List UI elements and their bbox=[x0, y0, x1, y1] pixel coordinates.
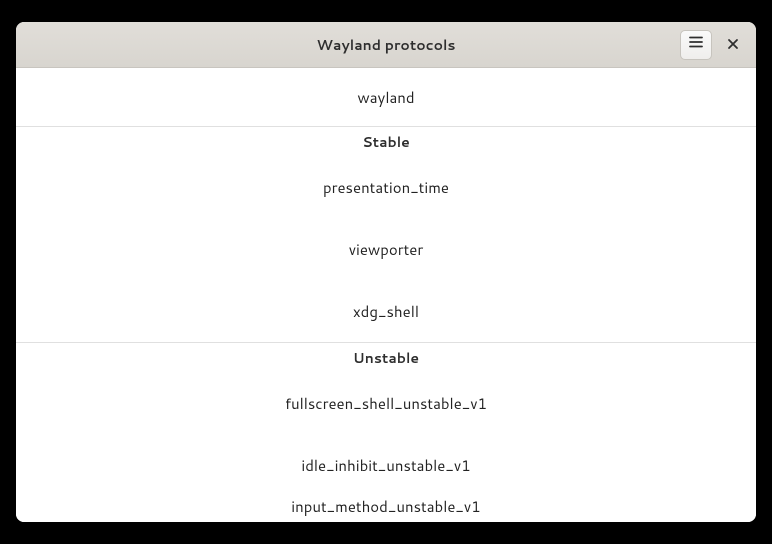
close-icon bbox=[727, 34, 739, 55]
protocol-name: xdg_shell bbox=[353, 301, 419, 322]
list-item[interactable]: viewporter bbox=[16, 218, 756, 280]
protocol-name: presentation_time bbox=[323, 177, 449, 198]
list-item[interactable]: input_method_unstable_v1 bbox=[16, 496, 756, 518]
section-title: Stable bbox=[362, 132, 410, 152]
list-item[interactable]: idle_inhibit_unstable_v1 bbox=[16, 434, 756, 496]
headerbar-controls bbox=[680, 30, 748, 60]
protocol-name: wayland bbox=[357, 87, 414, 108]
section-title: Unstable bbox=[353, 348, 419, 368]
list-item[interactable]: wayland bbox=[16, 68, 756, 126]
headerbar: Wayland protocols bbox=[16, 22, 756, 68]
protocol-name: idle_inhibit_unstable_v1 bbox=[301, 455, 470, 476]
section-header-unstable: Unstable bbox=[16, 342, 756, 372]
protocol-list: wayland Stable presentation_time viewpor… bbox=[16, 68, 756, 522]
list-item[interactable]: xdg_shell bbox=[16, 280, 756, 342]
section-header-stable: Stable bbox=[16, 126, 756, 156]
menu-button[interactable] bbox=[680, 30, 712, 60]
hamburger-icon bbox=[688, 33, 704, 56]
window-title: Wayland protocols bbox=[317, 35, 456, 55]
list-item[interactable]: fullscreen_shell_unstable_v1 bbox=[16, 372, 756, 434]
list-item[interactable]: presentation_time bbox=[16, 156, 756, 218]
protocol-name: input_method_unstable_v1 bbox=[291, 496, 480, 517]
protocol-name: viewporter bbox=[349, 239, 424, 260]
window: Wayland protocols wayland Stable present… bbox=[16, 22, 756, 522]
protocol-name: fullscreen_shell_unstable_v1 bbox=[285, 393, 487, 414]
close-button[interactable] bbox=[718, 30, 748, 60]
